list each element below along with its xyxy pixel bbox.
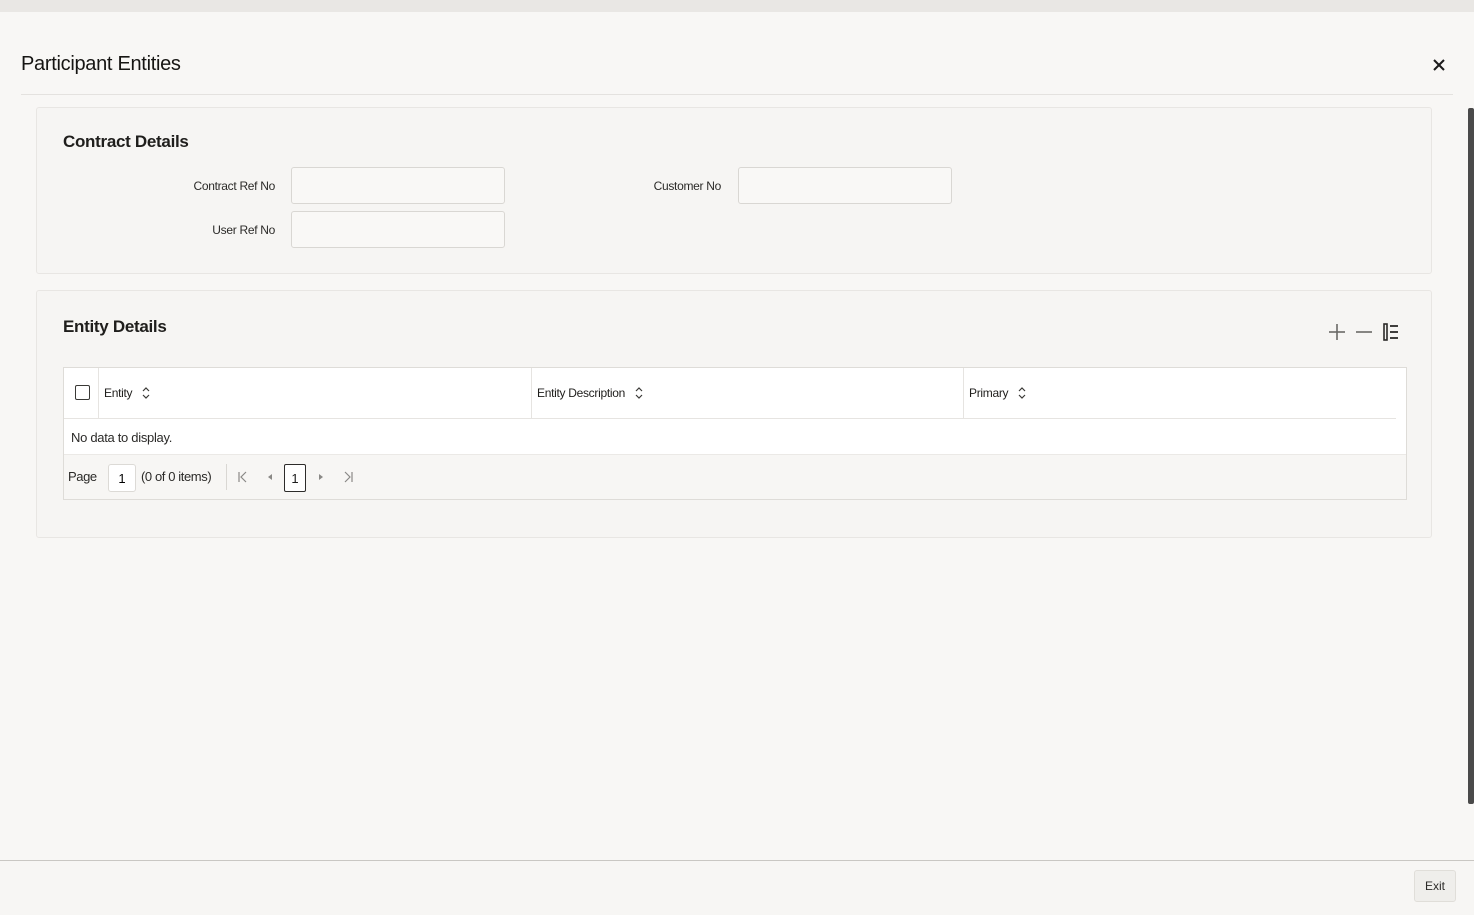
column-header-entity[interactable]: Entity <box>104 368 150 418</box>
next-page-button[interactable] <box>314 469 328 485</box>
sort-icon[interactable] <box>142 386 150 400</box>
close-icon <box>1433 59 1445 71</box>
column-header-entity-description-label: Entity Description <box>537 386 625 400</box>
entity-details-title: Entity Details <box>63 317 167 336</box>
first-page-button[interactable] <box>236 469 250 485</box>
list-settings-icon <box>1383 323 1398 341</box>
next-page-icon <box>319 474 323 480</box>
contract-details-panel: Contract Details Contract Ref No User Re… <box>36 107 1432 274</box>
pager-divider <box>226 464 227 490</box>
column-divider <box>963 368 964 418</box>
top-strip <box>0 0 1474 12</box>
exit-button[interactable]: Exit <box>1414 870 1456 902</box>
window-title: Participant Entities <box>21 53 181 75</box>
sort-icon[interactable] <box>1018 386 1026 400</box>
contract-ref-no-input[interactable] <box>291 167 505 204</box>
remove-row-button[interactable] <box>1353 321 1375 343</box>
column-header-entity-description[interactable]: Entity Description <box>537 368 643 418</box>
plus-icon <box>1329 324 1345 340</box>
column-header-primary-label: Primary <box>969 386 1009 400</box>
minus-icon <box>1356 331 1372 333</box>
page-number-input[interactable] <box>108 464 136 492</box>
items-summary: (0 of 0 items) <box>141 469 212 484</box>
participant-entities-window: Participant Entities Contract Details Co… <box>0 0 1474 915</box>
pagination-bar: Page (0 of 0 items) 1 <box>64 454 1406 499</box>
customer-no-input[interactable] <box>738 167 952 204</box>
empty-table-message: No data to display. <box>71 430 173 445</box>
user-ref-no-input[interactable] <box>291 211 505 248</box>
contract-ref-no-label: Contract Ref No <box>193 179 275 193</box>
first-page-icon <box>238 471 247 483</box>
previous-page-icon <box>268 474 272 480</box>
select-all-checkbox[interactable] <box>75 385 90 400</box>
sort-icon[interactable] <box>635 386 643 400</box>
footer-bar: Exit <box>0 861 1474 915</box>
last-page-icon <box>344 471 353 483</box>
vertical-scrollbar[interactable] <box>1468 108 1474 804</box>
user-ref-no-label: User Ref No <box>212 223 275 237</box>
customer-no-label: Customer No <box>653 179 722 193</box>
entity-details-panel: Entity Details Entity Entity Description… <box>36 290 1432 538</box>
current-page-button[interactable]: 1 <box>284 464 306 492</box>
previous-page-button[interactable] <box>263 469 277 485</box>
close-button[interactable] <box>1426 52 1452 78</box>
column-divider <box>531 368 532 418</box>
page-label: Page <box>68 469 97 484</box>
add-row-button[interactable] <box>1326 321 1348 343</box>
column-header-primary[interactable]: Primary <box>969 368 1026 418</box>
column-header-entity-label: Entity <box>104 386 133 400</box>
column-divider <box>98 368 99 418</box>
entity-details-table: Entity Entity Description Primary No dat… <box>63 367 1407 500</box>
table-header: Entity Entity Description Primary <box>64 368 1396 419</box>
last-page-button[interactable] <box>341 469 355 485</box>
title-divider <box>21 94 1453 95</box>
column-settings-button[interactable] <box>1380 321 1402 343</box>
contract-details-title: Contract Details <box>63 132 189 151</box>
